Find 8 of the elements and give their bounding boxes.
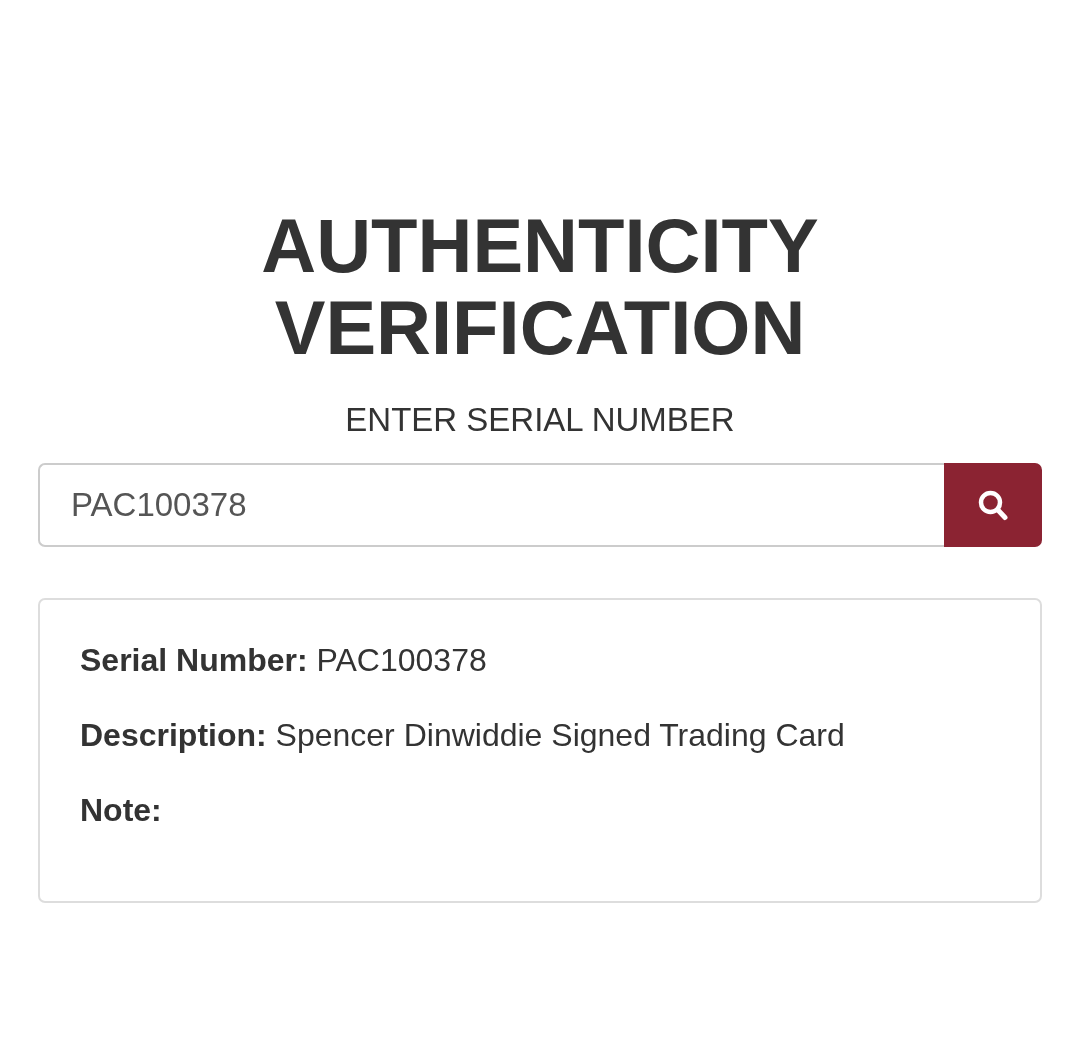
page-title: AUTHENTICITY VERIFICATION [260,205,820,369]
search-button[interactable] [944,463,1042,547]
detail-text: Note: [80,791,162,830]
search-prompt: ENTER SERIAL NUMBER [345,400,735,440]
detail-text: Description: Spencer Dinwiddie Signed Trading Card [80,716,845,755]
serial-input[interactable]: PAC100378 [38,463,944,547]
detail-text: Serial Number: PAC100378 [80,641,487,680]
search-icon [978,489,1008,521]
